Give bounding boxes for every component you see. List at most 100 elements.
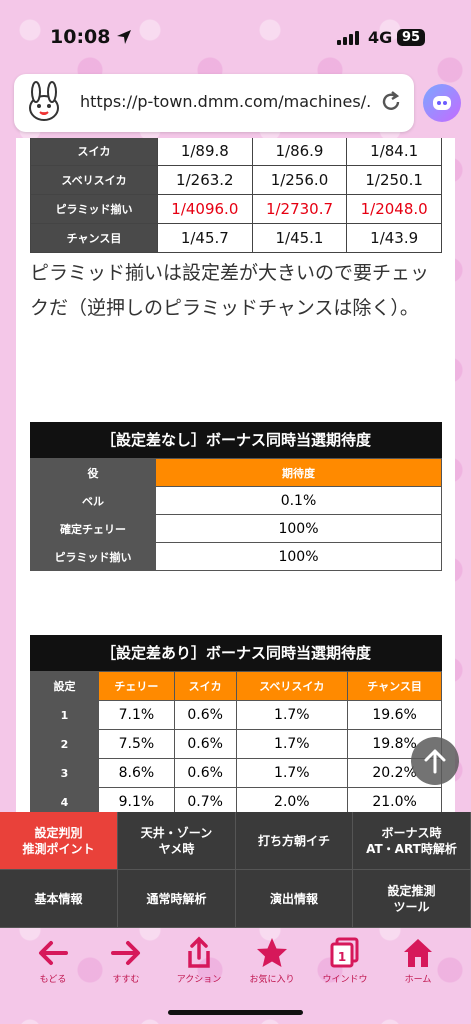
row-label: 2 — [30, 729, 99, 759]
windows-icon: 1 — [330, 937, 359, 968]
forward-button[interactable]: すすむ — [91, 936, 161, 985]
row-label: ピラミッド揃い — [30, 542, 156, 571]
bonus-table-no-setting-diff: ［設定差なし］ボーナス同時当選期待度 役 期待度 ベル 0.1% 確定チェリー 100… — [30, 422, 442, 571]
table-cell: 0.6% — [173, 729, 237, 759]
table-cell: 1/89.8 — [157, 138, 253, 166]
window-count: 1 — [338, 950, 346, 964]
table-cell: 1.7% — [235, 729, 349, 759]
bonus-table-setting-diff: ［設定差あり］ボーナス同時当選期待度 設定 チェリー スイカ スベリスイカ チャンス目 … — [30, 635, 442, 812]
table-cell: 1/43.9 — [346, 223, 442, 253]
table-cell: 8.6% — [98, 758, 175, 788]
probability-table: スイカ 1/89.8 1/86.9 1/84.1 スベリスイカ 1/263.2 1/256.… — [30, 138, 442, 253]
battery-icon: 95 — [397, 29, 426, 46]
arrow-up-icon — [424, 749, 446, 774]
arrow-right-icon — [111, 941, 140, 965]
time-text: 10:08 — [50, 26, 111, 48]
table-row: ベル 0.1% — [30, 486, 442, 515]
home-button[interactable]: ホーム — [383, 936, 453, 985]
table-cell: 1.7% — [235, 758, 349, 788]
network-type: 4G — [368, 28, 393, 47]
table-cell: 0.7% — [173, 787, 237, 812]
scroll-to-top-button[interactable] — [411, 737, 459, 785]
column-header: 設定 — [30, 671, 99, 701]
table-cell: 0.6% — [173, 700, 237, 730]
nav-menu-item[interactable]: 設定推測 ツール — [353, 870, 471, 928]
table-cell: 0.6% — [173, 758, 237, 788]
reload-icon[interactable] — [378, 89, 404, 115]
star-icon — [257, 938, 287, 967]
table-cell: 1/256.0 — [251, 165, 348, 195]
nav-menu-item[interactable]: 天井・ゾーン ヤメ時 — [118, 812, 236, 870]
back-label: もどる — [39, 975, 67, 985]
nav-menu-item[interactable]: 演出情報 — [236, 870, 353, 928]
table-cell: 1/2730.7 — [251, 194, 348, 224]
favorite-button[interactable]: お気に入り — [237, 936, 307, 985]
action-label: アクション — [176, 975, 222, 985]
favorite-label: お気に入り — [249, 975, 295, 985]
row-label: スベリスイカ — [30, 165, 158, 195]
table-cell: 0.1% — [155, 486, 442, 515]
table-cell: 100% — [155, 514, 442, 543]
row-label: 4 — [30, 787, 99, 812]
table-cell: 1/2048.0 — [346, 194, 442, 224]
share-icon — [188, 936, 210, 968]
table-cell: 1/45.7 — [157, 223, 253, 253]
table-row: スベリスイカ 1/263.2 1/256.0 1/250.1 — [30, 165, 442, 195]
table-cell: 1/250.1 — [346, 165, 442, 195]
column-header: チェリー — [98, 671, 175, 701]
back-button[interactable]: もどる — [18, 936, 88, 985]
row-label: スイカ — [30, 138, 158, 166]
table-cell: 1/86.9 — [251, 138, 348, 166]
url-text[interactable]: https://p-town.dmm.com/machines/... — [80, 92, 370, 111]
table-title: ［設定差なし］ボーナス同時当選期待度 — [30, 422, 442, 458]
row-label: 3 — [30, 758, 99, 788]
home-label: ホーム — [404, 975, 432, 985]
table-cell: 1/4096.0 — [157, 194, 253, 224]
row-label: 1 — [30, 700, 99, 730]
forward-label: すすむ — [112, 975, 140, 985]
home-indicator — [168, 1010, 303, 1015]
assistant-bot-icon[interactable] — [423, 84, 461, 122]
nav-menu-item[interactable]: 通常時解析 — [118, 870, 236, 928]
location-arrow-icon — [117, 30, 132, 44]
window-label: ウインドウ — [322, 975, 368, 985]
table-cell: 19.6% — [347, 700, 442, 730]
table-cell: 100% — [155, 542, 442, 571]
article-content: スイカ 1/89.8 1/86.9 1/84.1 スベリスイカ 1/263.2 1/256.… — [16, 138, 455, 812]
table-row: 4 9.1% 0.7% 2.0% 21.0% — [30, 787, 442, 812]
row-label: 確定チェリー — [30, 514, 156, 543]
table-row: 1 7.1% 0.6% 1.7% 19.6% — [30, 700, 442, 730]
address-bar[interactable]: https://p-town.dmm.com/machines/... — [14, 74, 414, 132]
table-cell: 1/45.1 — [251, 223, 348, 253]
action-button[interactable]: アクション — [164, 936, 234, 985]
arrow-left-icon — [39, 941, 68, 965]
table-cell: 1/84.1 — [346, 138, 442, 166]
column-header: 期待度 — [155, 458, 442, 487]
row-label: チャンス目 — [30, 223, 158, 253]
nav-menu-item[interactable]: 設定判別 推測ポイント — [0, 812, 118, 870]
status-bar: 10:08 4G 95 — [0, 0, 471, 70]
table-cell: 9.1% — [98, 787, 175, 812]
article-paragraph: ピラミッド揃いは設定差が大きいので要チェックだ（逆押しのピラミッドチャンスは除く… — [30, 262, 430, 319]
column-header: 役 — [30, 458, 156, 487]
window-button[interactable]: 1 ウインドウ — [310, 936, 380, 985]
nav-menu-item[interactable]: 打ち方朝イチ — [236, 812, 353, 870]
table-title: ［設定差あり］ボーナス同時当選期待度 — [30, 635, 442, 671]
nav-menu-item[interactable]: 基本情報 — [0, 870, 118, 928]
column-header: スイカ — [173, 671, 237, 701]
table-cell: 7.5% — [98, 729, 175, 759]
table-row: スイカ 1/89.8 1/86.9 1/84.1 — [30, 138, 442, 166]
row-label: ピラミッド揃い — [30, 194, 158, 224]
table-cell: 1/263.2 — [157, 165, 253, 195]
column-header: スベリスイカ — [235, 671, 349, 701]
table-row: チャンス目 1/45.7 1/45.1 1/43.9 — [30, 223, 442, 253]
table-row: 3 8.6% 0.6% 1.7% 20.2% — [30, 758, 442, 788]
table-row: 確定チェリー 100% — [30, 514, 442, 543]
table-row: ピラミッド揃い 1/4096.0 1/2730.7 1/2048.0 — [30, 194, 442, 224]
site-nav-menu: 設定判別 推測ポイント 天井・ゾーン ヤメ時 打ち方朝イチ ボーナス時 AT・ART時… — [0, 812, 471, 928]
table-cell: 2.0% — [235, 787, 349, 812]
home-icon — [404, 939, 432, 967]
table-cell: 21.0% — [347, 787, 442, 812]
nav-menu-item[interactable]: ボーナス時 AT・ART時解析 — [353, 812, 471, 870]
table-cell: 1.7% — [235, 700, 349, 730]
